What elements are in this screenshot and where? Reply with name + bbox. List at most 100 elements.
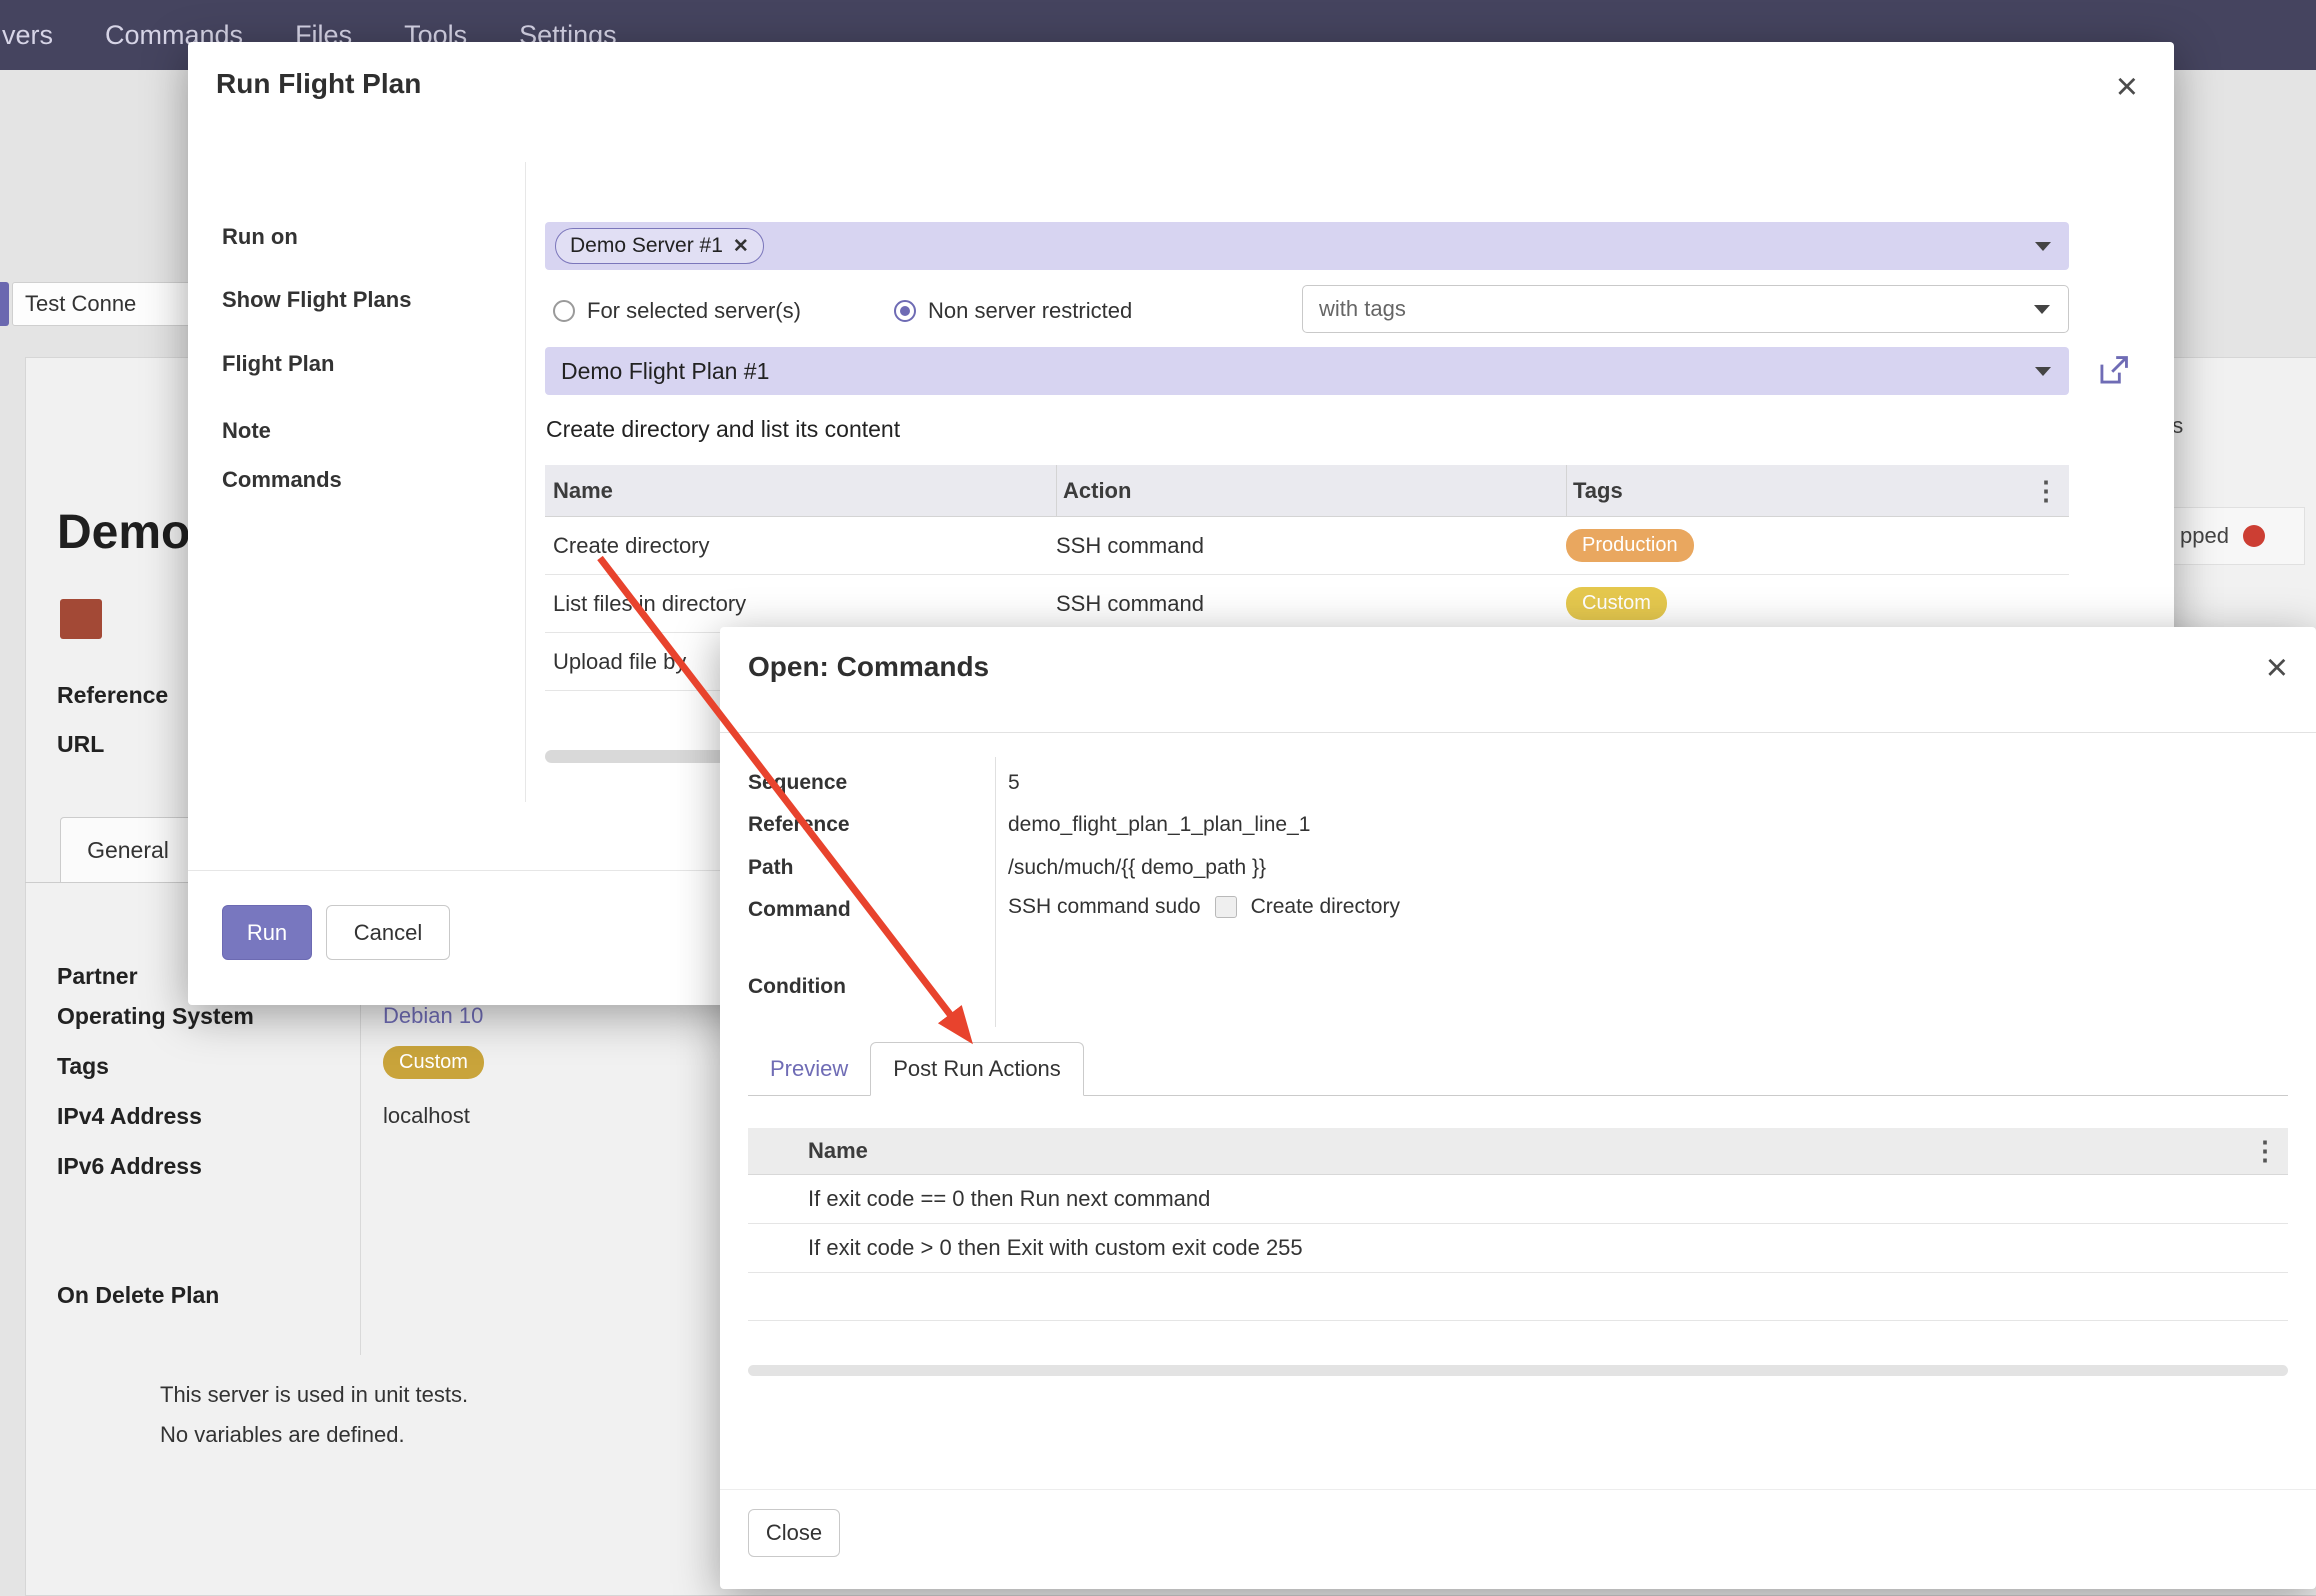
column-header-name[interactable]: Name bbox=[808, 1138, 2288, 1164]
field-divider bbox=[995, 757, 996, 1027]
column-header-tags[interactable]: Tags bbox=[1566, 465, 2069, 516]
sequence-value: 5 bbox=[1008, 771, 1020, 795]
command-value: SSH command sudo bbox=[1008, 895, 1201, 919]
external-link-icon bbox=[2094, 352, 2132, 390]
table-row[interactable]: Create directory SSH command Production bbox=[545, 517, 2069, 575]
url-label: URL bbox=[57, 731, 104, 758]
radio-selected-servers[interactable]: For selected server(s) bbox=[553, 298, 801, 324]
cell-name: List files in directory bbox=[545, 591, 1056, 617]
tag-badge-custom: Custom bbox=[1566, 587, 1667, 620]
open-commands-dialog: Open: Commands × Sequence 5 Reference de… bbox=[720, 627, 2316, 1589]
condition-label: Condition bbox=[748, 975, 846, 999]
operating-system-link[interactable]: Debian 10 bbox=[383, 1003, 483, 1029]
run-on-label: Run on bbox=[222, 224, 298, 250]
path-label: Path bbox=[748, 856, 794, 880]
tag-badge-custom: Custom bbox=[383, 1046, 484, 1079]
on-delete-plan-label: On Delete Plan bbox=[57, 1282, 219, 1309]
post-run-actions-table: Name ⋮ If exit code == 0 then Run next c… bbox=[748, 1128, 2288, 1321]
server-chip: Demo Server #1 ✕ bbox=[555, 228, 764, 264]
color-swatch[interactable] bbox=[60, 599, 102, 639]
create-directory-link[interactable]: Create directory bbox=[1251, 895, 1400, 919]
radio-non-server-label: Non server restricted bbox=[928, 298, 1132, 324]
with-tags-select[interactable]: with tags bbox=[1302, 285, 2069, 333]
field-divider bbox=[360, 955, 361, 1355]
show-flight-plans-row: For selected server(s) Non server restri… bbox=[545, 285, 2069, 333]
cell-name: Create directory bbox=[545, 533, 1056, 559]
ipv4-value: localhost bbox=[383, 1103, 470, 1129]
tags-label: Tags bbox=[57, 1053, 109, 1080]
commands-label: Commands bbox=[222, 467, 342, 493]
column-header-name[interactable]: Name bbox=[545, 478, 1056, 504]
test-connection-button[interactable]: Test Conne bbox=[12, 282, 212, 326]
table-row[interactable]: If exit code > 0 then Exit with custom e… bbox=[748, 1224, 2288, 1273]
operating-system-label: Operating System bbox=[57, 1003, 254, 1030]
sequence-label: Sequence bbox=[748, 771, 847, 795]
radio-non-server-restricted[interactable]: Non server restricted bbox=[894, 298, 1132, 324]
column-header-action[interactable]: Action bbox=[1056, 465, 1566, 516]
post-run-table-header: Name ⋮ bbox=[748, 1128, 2288, 1175]
radio-icon-selected[interactable] bbox=[894, 300, 916, 322]
server-chip-label: Demo Server #1 bbox=[570, 234, 723, 258]
dialog-title: Run Flight Plan bbox=[216, 68, 421, 100]
page-title: Demo bbox=[57, 505, 190, 560]
run-on-select[interactable]: Demo Server #1 ✕ bbox=[545, 222, 2069, 270]
close-icon[interactable]: × bbox=[2266, 649, 2288, 687]
cell-action: SSH command bbox=[1056, 591, 1566, 617]
chevron-down-icon bbox=[2035, 367, 2051, 376]
table-row[interactable]: List files in directory SSH command Cust… bbox=[545, 575, 2069, 633]
empty-row bbox=[748, 1273, 2288, 1321]
close-button[interactable]: Close bbox=[748, 1509, 840, 1557]
flight-plan-label: Flight Plan bbox=[222, 351, 334, 377]
status-badge-label: pped bbox=[2180, 523, 2229, 549]
ipv6-label: IPv6 Address bbox=[57, 1153, 202, 1180]
note-label: Note bbox=[222, 418, 271, 444]
left-edge-button[interactable] bbox=[0, 282, 9, 326]
commands-table-header: Name Action Tags ⋮ bbox=[545, 465, 2069, 517]
status-dot-icon bbox=[2243, 525, 2265, 547]
footer-divider bbox=[720, 1489, 2316, 1490]
tab-bar: Preview Post Run Actions bbox=[748, 1042, 2288, 1096]
command-row: SSH command sudo Create directory bbox=[1008, 895, 1400, 919]
column-options-icon[interactable]: ⋮ bbox=[2252, 1136, 2278, 1167]
partner-label: Partner bbox=[57, 963, 138, 990]
tag-badge-production: Production bbox=[1566, 529, 1694, 562]
table-row[interactable]: If exit code == 0 then Run next command bbox=[748, 1175, 2288, 1224]
cell-action: SSH command bbox=[1056, 533, 1566, 559]
chip-remove-icon[interactable]: ✕ bbox=[733, 235, 749, 258]
unit-test-note: This server is used in unit tests. bbox=[160, 1382, 468, 1408]
open-flight-plan-button[interactable] bbox=[2094, 352, 2132, 390]
horizontal-scrollbar[interactable] bbox=[748, 1365, 2288, 1376]
ipv4-label: IPv4 Address bbox=[57, 1103, 202, 1130]
close-icon[interactable]: × bbox=[2116, 68, 2138, 106]
radio-icon-unselected[interactable] bbox=[553, 300, 575, 322]
cell-name: If exit code == 0 then Run next command bbox=[808, 1186, 2288, 1212]
label-divider bbox=[525, 162, 526, 802]
cancel-button[interactable]: Cancel bbox=[326, 905, 450, 960]
nav-item-servers[interactable]: vers bbox=[0, 20, 79, 51]
path-value: /such/much/{{ demo_path }} bbox=[1008, 856, 1266, 880]
cell-tags: Custom bbox=[1566, 587, 2069, 620]
tab-preview[interactable]: Preview bbox=[748, 1043, 870, 1095]
header-divider bbox=[720, 732, 2316, 733]
tab-general[interactable]: General bbox=[60, 817, 196, 883]
run-button[interactable]: Run bbox=[222, 905, 312, 960]
dialog-title: Open: Commands bbox=[748, 651, 989, 683]
reference-label: Reference bbox=[748, 813, 850, 837]
command-label: Command bbox=[748, 898, 851, 922]
flight-plan-value: Demo Flight Plan #1 bbox=[561, 358, 769, 385]
flight-plan-select[interactable]: Demo Flight Plan #1 bbox=[545, 347, 2069, 395]
chevron-down-icon bbox=[2035, 242, 2051, 251]
with-tags-placeholder: with tags bbox=[1319, 296, 1406, 322]
note-value: Create directory and list its content bbox=[546, 416, 900, 443]
reference-value: demo_flight_plan_1_plan_line_1 bbox=[1008, 813, 1310, 837]
cell-name: If exit code > 0 then Exit with custom e… bbox=[808, 1235, 2288, 1261]
show-flight-plans-label: Show Flight Plans bbox=[222, 287, 411, 313]
chevron-down-icon bbox=[2034, 305, 2050, 314]
tab-post-run-actions[interactable]: Post Run Actions bbox=[870, 1042, 1084, 1096]
cell-tags: Production bbox=[1566, 529, 2069, 562]
no-variables-note: No variables are defined. bbox=[160, 1422, 405, 1448]
column-options-icon[interactable]: ⋮ bbox=[2033, 475, 2059, 506]
create-directory-checkbox[interactable] bbox=[1215, 896, 1237, 918]
reference-label: Reference bbox=[57, 682, 168, 709]
radio-selected-servers-label: For selected server(s) bbox=[587, 298, 801, 324]
